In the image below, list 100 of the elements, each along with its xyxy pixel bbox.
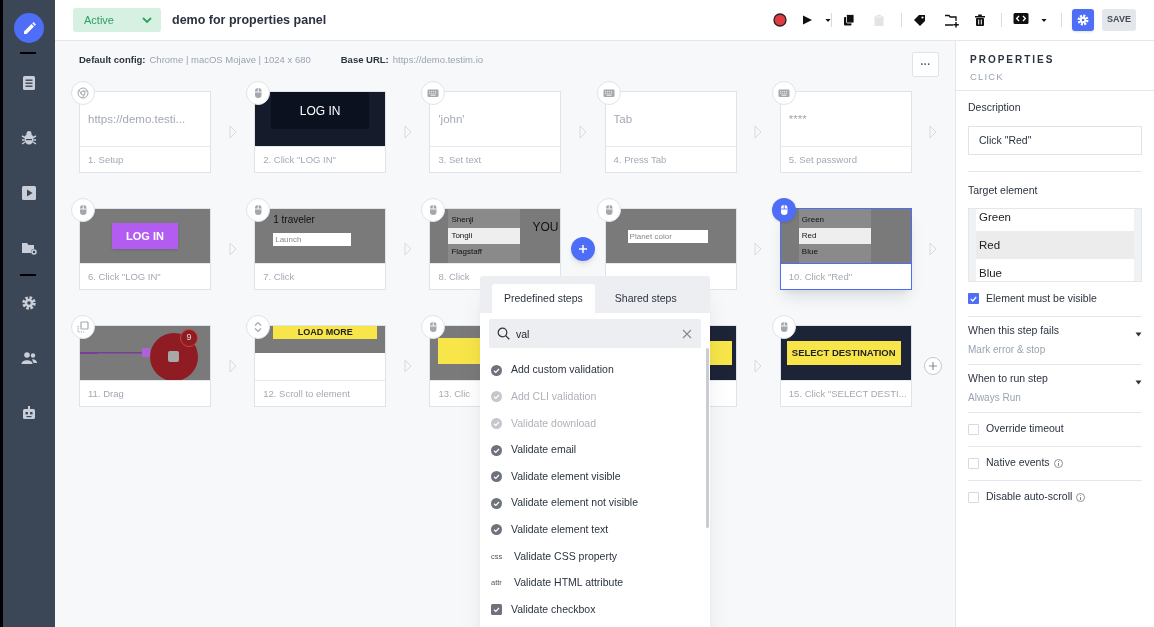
bug-icon[interactable] [21,129,37,146]
tab[interactable]: Predefined steps [492,284,595,313]
caret-down-icon[interactable] [1041,17,1047,23]
screenshot-option: Tongli [448,228,521,244]
field-label: Target element [968,182,1039,198]
arrow-right-icon [228,125,237,139]
record-icon[interactable] [773,13,787,27]
mouse-icon [427,321,440,333]
play-icon[interactable] [21,184,37,201]
target-element-list[interactable]: Green Red Blue [968,207,1142,282]
step-option-dropdown[interactable]: When this step fails Mark error & stop [968,315,1142,364]
settings-icon[interactable] [21,294,37,311]
arrow-right-icon [403,242,412,256]
mouse-icon [427,204,440,216]
close-icon[interactable] [682,329,692,339]
chevron-down-icon [142,16,152,24]
document-icon[interactable] [21,74,37,91]
step-option[interactable]: Validate email [480,436,710,464]
check-circle-icon [491,444,502,456]
check-icon [970,295,977,302]
dropdown-value: Mark error & stop [968,342,1047,357]
folder-plus-icon[interactable] [944,12,959,28]
preview-text: Tab [613,111,633,127]
search-icon [497,327,510,340]
sidebar-button[interactable] [14,12,44,43]
plus-icon [578,244,588,254]
mouse-icon [252,204,265,216]
step-option[interactable]: Validate element not visible [480,489,710,517]
step-label: 13. Clic [438,386,471,401]
checkbox-label: Element must be visible [986,290,1097,306]
config-value: Chrome | macOS Mojave | 1024 x 680 [149,52,311,67]
step-card[interactable]: SELECT DESTINATION 15. Click "SELECT DESTI... [779,325,912,407]
copy-icon[interactable] [843,13,855,27]
arrow-right-icon [403,359,412,373]
checkbox[interactable] [968,457,979,469]
checkbox-label: Override timeout [986,421,1064,437]
step-label: 15. Click "SELECT DESTI... [788,386,907,401]
keyboard-icon [602,87,615,99]
list-option[interactable]: Red [976,230,1134,259]
step-card[interactable]: LOG IN 6. Click "LOG IN" [79,208,211,290]
step-option[interactable]: Add custom validation [480,357,710,384]
arrow-right-icon [929,125,938,139]
settings-icon [1077,14,1089,26]
check-circle-icon [491,391,502,403]
screenshot-text: 1 traveler [273,213,316,227]
arrow-right-icon [403,125,412,139]
screenshot-text: YOU [532,219,559,236]
save-button[interactable]: SAVE [1102,9,1136,31]
trash-icon[interactable] [974,13,986,27]
chrome-icon [77,87,89,99]
step-option-dropdown[interactable]: When to run step Always Run [968,363,1142,412]
settings-button[interactable] [1072,9,1094,31]
step-label: 4. Press Tab [613,152,667,167]
base-url-label: Base URL: [340,52,389,67]
screenshot-option: Shenji [448,212,521,228]
caret-down-icon [1135,331,1142,337]
users-icon[interactable] [21,349,37,366]
description-field[interactable]: Click "Red" [968,125,1142,155]
step-label: 12. Scroll to element [263,386,350,401]
check-circle-icon [491,364,502,376]
field-label: Description [968,100,1022,115]
robot-icon[interactable] [21,404,37,421]
step-label: 11. Drag [88,386,124,401]
checkbox[interactable] [968,491,979,503]
config-label: Default config: [79,52,146,67]
step-option[interactable]: Validate element visible [480,463,710,490]
arrow-right-icon [228,359,237,373]
step-card[interactable]: Green Red Blue 10. Click "Red" [779,208,912,290]
search-field[interactable]: val [489,319,701,348]
step-label: 6. Click "LOG IN" [88,269,161,284]
screenshot-option: Red [798,228,871,244]
drag-icon [77,321,89,333]
checkbox[interactable] [968,293,979,304]
step-option[interactable]: Validate element text [480,516,710,544]
step-option[interactable]: Validate checkbox [480,596,710,623]
step-card[interactable]: 9 11. Drag [79,325,211,407]
checkbox[interactable] [968,423,979,435]
screenshot-button: LOG IN [112,223,178,250]
dropdown-value: Always Run [968,390,1022,405]
arrow-right-icon [754,242,763,256]
add-step-button[interactable] [571,237,595,261]
step-card[interactable]: LOAD MORE 12. Scroll to element [254,325,387,407]
step-card[interactable]: 1 traveler Launch 7. Click [254,208,387,290]
screenshot-button: SELECT DESTINATION [786,341,901,366]
test-title[interactable]: demo for properties panel [172,10,327,30]
caret-down-icon[interactable] [825,17,831,23]
arrow-right-icon [754,359,763,373]
step-card[interactable]: LOG IN 2. Click "LOG IN" [254,91,387,173]
step-label: 10. Click "Red" [788,269,853,284]
edit-icon [21,19,37,36]
tag-icon[interactable] [913,13,926,27]
screenshot-option: Blue [798,244,871,260]
count-badge: 9 [180,329,198,347]
check-circle-icon [491,471,502,483]
preview-text: 'john' [438,111,465,127]
arrow-right-icon [579,125,587,139]
more-button[interactable]: ··· [912,52,939,77]
play-icon[interactable] [801,13,813,27]
screenshot-field: Launch [273,233,352,246]
dropdown-label: When to run step [968,371,1048,387]
